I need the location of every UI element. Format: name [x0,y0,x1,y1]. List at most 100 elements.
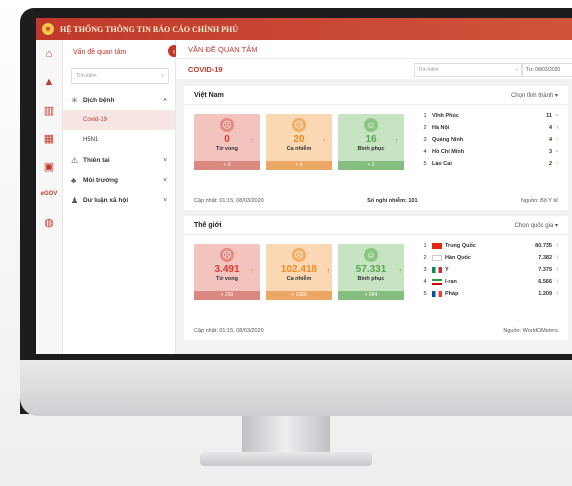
rank-number: 5 [423,291,427,297]
recovered-delta: + 684 [338,291,404,300]
arrow-up-icon: ↑ [398,268,403,275]
province-value: 4 [548,125,552,131]
sidebar-item-label: Dư luận xã hội [83,196,129,204]
country-ranking: 1 Trung Quốc 80.735 ↑ 2 Hàn Quốc 7.382 ↑… [418,240,562,300]
rank-number: 5 [423,161,427,167]
province-value: 11 [546,113,552,119]
date-picker[interactable]: Tư: 08/03/2020 [522,63,572,77]
panel-header: Thế giới Chọn quốc gia ▾ [184,216,568,235]
arrow-up-icon: ↑ [555,243,559,249]
search-icon: ⌕ [515,67,518,73]
panel-header: Việt Nam Chọn tỉnh thành ▾ [184,86,568,105]
app-header: ★ HỆ THỐNG THÔNG TIN BÁO CÁO CHÍNH PHỦ [36,18,572,40]
ranking-row[interactable]: 3 Ý 7.375 ↑ [418,264,562,276]
calendar-icon[interactable]: ▦ [36,124,62,152]
ranking-row[interactable]: 5 Lào Cai 2 ↑ [418,158,562,170]
province-name: Hà Nội [432,125,450,131]
select-label: Chọn quốc gia [514,222,554,229]
panel-title: Việt Nam [194,91,224,99]
stats-cards: ☹ 0 Tử vong = + 0 ☹ 20 Ca nhiễm ↑ + 4 ☺ … [194,114,404,170]
arrow-up-icon: ↑ [555,267,559,273]
equal-icon: = [555,113,559,119]
province-name: Quảng Ninh [432,137,464,143]
deaths-delta: + 0 [194,161,260,170]
ranking-row[interactable]: 1 Trung Quốc 80.735 ↑ [418,240,562,252]
panel-title: Thế giới [194,221,222,229]
chart-icon[interactable]: ▥ [36,96,62,124]
sidebar-item-moi-truong[interactable]: ♣ Môi trường ˅ [63,170,175,190]
equal-icon: = [555,149,559,155]
rank-number: 4 [423,149,427,155]
sidebar-item-label: Dịch bệnh [83,96,115,104]
deaths-delta: + 250 [194,291,260,300]
sidebar-subitem-h5n1[interactable]: H5N1 [63,130,175,150]
ranking-row[interactable]: 1 Vĩnh Phúc 11 = [418,110,562,122]
cases-label: Ca nhiễm [286,276,312,282]
sidebar-subitem-label: H5N1 [83,137,99,143]
country-value: 1.209 [538,291,552,297]
main-search-input[interactable]: Tìm kiếm ⌕ [414,63,522,77]
neutral-face-icon: ☹ [292,118,306,132]
country-value: 80.735 [535,243,552,249]
source-text: Nguồn: WorldOMeters [503,328,558,334]
recovered-label: Bình phục [357,276,385,282]
country-value: 6.566 [538,279,552,285]
app-title: HỆ THỐNG THÔNG TIN BÁO CÁO CHÍNH PHỦ [60,24,239,34]
ranking-row[interactable]: 3 Quảng Ninh 4 ↑ [418,134,562,146]
rank-number: 1 [423,113,427,119]
rank-number: 1 [423,243,427,249]
search-icon: ⌕ [161,73,164,79]
home-icon[interactable]: ⌂ [36,40,62,68]
smile-face-icon: ☺ [364,118,378,132]
province-select[interactable]: Chọn tỉnh thành ▾ [511,92,558,99]
smile-face-icon: ☺ [364,248,378,262]
sad-face-icon: ☹ [220,118,234,132]
stats-cards: ☹ 3.491 Tử vong ↑ + 250 ☹ 102.418 Ca nhi… [194,244,404,300]
rank-number: 2 [423,255,427,261]
sidebar-search-input[interactable]: Tìm kiếm ⌕ [71,68,169,84]
arrow-up-icon: ↑ [555,255,559,261]
egov-icon[interactable]: eGOV [36,180,62,208]
cases-label: Ca nhiễm [286,146,312,152]
topic-title: COVID-19 [188,64,223,74]
ranking-row[interactable]: 2 Hà Nội 4 ↑ [418,122,562,134]
country-select[interactable]: Chọn quốc gia ▾ [515,222,558,229]
recovered-card: ☺ 16 Bình phục ↑ + 2 [338,114,404,170]
arrow-up-icon: ↑ [322,138,327,145]
neutral-face-icon: ☹ [292,248,306,262]
vietnam-panel: Việt Nam Chọn tỉnh thành ▾ ☹ 0 Tử vong =… [184,86,568,210]
sidebar-title: Vấn đề quan tâm [73,48,127,56]
arrow-up-icon: ↑ [555,137,559,143]
deaths-label: Tử vong [215,276,238,282]
source-text: Nguồn: Bộ Y tế [520,198,558,204]
warning-icon[interactable]: ▲ [36,68,62,96]
sidebar-item-dich-benh[interactable]: ✳ Dịch bệnh ˄ [63,90,175,110]
ranking-row[interactable]: 5 Pháp 1.209 ↑ [418,288,562,300]
sidebar: Vấn đề quan tâm ‹ Tìm kiếm ⌕ ✳ Dịch bệnh… [63,40,180,354]
province-name: Lào Cai [432,161,452,167]
building-icon[interactable]: ▣ [36,152,62,180]
arrow-up-icon: ↑ [555,161,559,167]
icon-rail: ⌂ ▲ ▥ ▦ ▣ eGOV ◍ [36,40,63,354]
province-value: 4 [548,137,552,143]
sidebar-item-du-luan-xa-hoi[interactable]: ♟ Dư luận xã hội ˅ [63,190,175,210]
sad-face-icon: ☹ [220,248,234,262]
cases-delta: + 4 [266,161,332,170]
ranking-row[interactable]: 4 I-ran 6.566 ↑ [418,276,562,288]
country-name: Pháp [445,291,459,297]
leaf-icon: ♣ [71,175,77,185]
province-name: Vĩnh Phúc [432,113,459,119]
monitor-stand [242,416,330,456]
sidebar-item-thien-tai[interactable]: ⚠ Thiên tai ˅ [63,150,175,170]
ranking-row[interactable]: 4 Hồ Chí Minh 3 = [418,146,562,158]
globe-icon[interactable]: ◍ [36,208,62,236]
sidebar-subitem-covid19[interactable]: Covid-19 [63,110,175,130]
ranking-row[interactable]: 2 Hàn Quốc 7.382 ↑ [418,252,562,264]
virus-icon: ✳ [71,95,78,105]
country-name: I-ran [445,279,457,285]
main-search-placeholder: Tìm kiếm [418,67,439,73]
country-value: 7.382 [538,255,552,261]
sidebar-item-label: Môi trường [83,176,118,184]
chevron-down-icon: ˅ [163,196,167,204]
rank-number: 2 [423,125,427,131]
